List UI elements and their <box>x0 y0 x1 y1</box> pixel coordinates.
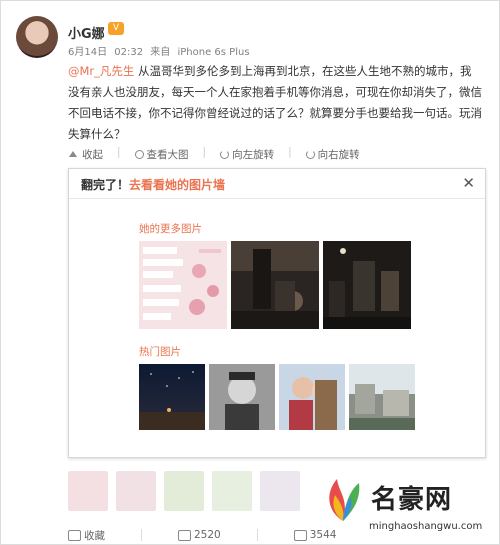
photo-thumb[interactable] <box>209 364 275 430</box>
rotate-right-label: 向右旋转 <box>317 148 360 161</box>
thumbnail-strip-item[interactable] <box>164 471 204 511</box>
post-meta: 6月14日 02:32 来自 iPhone 6s Plus <box>68 43 254 58</box>
photo-wall-popup: 翻完了！去看看她的图片墙 ✕ 她的更多图片 热门图片 <box>68 168 486 458</box>
couple-image <box>279 364 345 430</box>
avatar[interactable] <box>16 16 58 58</box>
close-icon[interactable]: ✕ <box>462 174 475 192</box>
source-device: iPhone 6s Plus <box>177 47 250 58</box>
thumbnail-strip-item[interactable] <box>260 471 300 511</box>
image-action-bar: 收起 | 查看大图 | 向左旋转 | 向右旋转 <box>68 146 360 162</box>
post-footer: 收藏 2520 3544 <box>68 526 336 544</box>
post-date[interactable]: 6月14日 <box>68 47 107 58</box>
repost-button[interactable]: 2520 <box>178 529 221 541</box>
photo-thumb[interactable] <box>231 241 319 329</box>
watermark-name: 名豪网 <box>371 485 453 515</box>
rotate-left-label: 向左旋转 <box>232 148 275 161</box>
hot-photos-label: 热门图片 <box>139 346 181 358</box>
dark-room-image <box>231 241 319 329</box>
divider: | <box>117 146 121 158</box>
rotate-left-icon <box>220 149 230 159</box>
night-sky-image <box>139 364 205 430</box>
repost-icon <box>178 529 191 541</box>
comment-icon <box>293 529 307 541</box>
rotate-right-button[interactable]: 向右旋转 <box>305 146 360 162</box>
zoom-icon <box>134 149 144 159</box>
thumbnail-strip-item[interactable] <box>68 471 108 511</box>
photo-thumb[interactable] <box>349 364 415 430</box>
divider: | <box>202 146 207 158</box>
portrait-bw-image <box>209 364 275 430</box>
rotate-right-icon <box>305 149 315 159</box>
watermark-url: minghaoshangwu.com <box>369 521 483 532</box>
popup-title-prefix: 翻完了！ <box>81 178 130 192</box>
popup-title: 翻完了！去看看她的图片墙 <box>81 176 225 193</box>
photo-thumb[interactable] <box>139 241 227 329</box>
favorite-button[interactable]: 收藏 <box>68 528 105 543</box>
collapse-icon <box>68 149 79 160</box>
site-watermark: 名豪网 minghaoshangwu.com <box>321 471 500 545</box>
thumbnail-strip-item[interactable] <box>212 471 252 511</box>
thumbnail-strip-item[interactable] <box>116 471 156 511</box>
divider <box>256 529 258 541</box>
favorite-label: 收藏 <box>84 529 105 542</box>
view-large-label: 查看大图 <box>146 148 189 161</box>
photo-thumb[interactable] <box>279 364 345 430</box>
divider: | <box>288 146 292 158</box>
photo-thumb[interactable] <box>139 364 205 430</box>
vip-badge-icon: V <box>108 22 124 35</box>
source-prefix: 来自 <box>150 47 171 58</box>
post-time[interactable]: 02:32 <box>114 47 143 58</box>
more-photos-label: 她的更多图片 <box>139 223 202 235</box>
rotate-left-button[interactable]: 向左旋转 <box>220 146 274 162</box>
photo-thumb[interactable] <box>323 241 411 329</box>
dark-stage-image <box>323 241 411 329</box>
divider <box>141 529 142 541</box>
architecture-image <box>349 364 415 430</box>
photo-wall-link[interactable]: 去看看她的图片墙 <box>129 178 225 192</box>
view-large-button[interactable]: 查看大图 <box>134 146 189 162</box>
collapse-button[interactable]: 收起 <box>68 146 103 162</box>
leaf-logo-icon <box>329 479 360 521</box>
popup-header: 翻完了！去看看她的图片墙 ✕ <box>69 169 485 199</box>
chat-screenshot-image <box>139 241 227 329</box>
star-icon <box>68 529 81 541</box>
weibo-post-card: 小G娜 V 6月14日 02:32 来自 iPhone 6s Plus @Mr_… <box>0 0 500 545</box>
username[interactable]: 小G娜 <box>68 23 105 42</box>
post-text: @Mr_凡先生 从温哥华到多伦多到上海再到北京，在这些人生地不熟的城市，我没有亲… <box>68 61 483 145</box>
mention-link[interactable]: @Mr_凡先生 <box>68 64 134 78</box>
collapse-label: 收起 <box>82 148 103 161</box>
repost-count: 2520 <box>194 529 221 541</box>
